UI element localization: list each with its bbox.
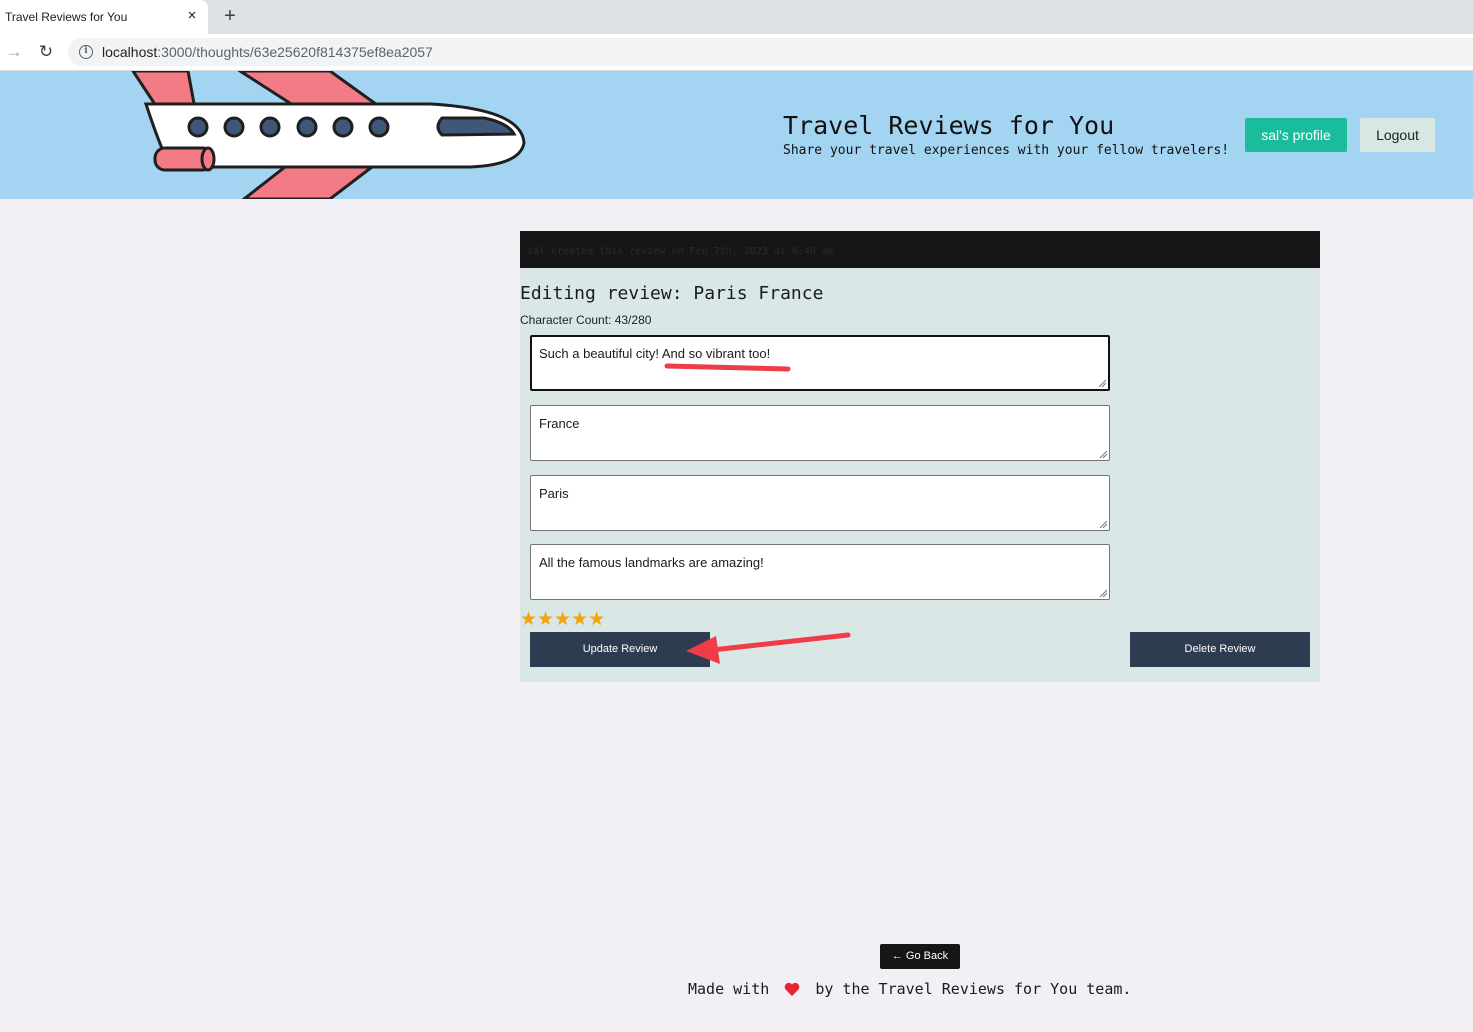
resize-grip-icon[interactable] <box>1099 520 1107 528</box>
footer-made-with: Made with <box>688 980 770 998</box>
site-subtitle: Share your travel experiences with your … <box>783 143 1230 158</box>
detail-value: All the famous landmarks are amazing! <box>539 555 764 570</box>
tab-title: Travel Reviews for You <box>5 10 128 24</box>
heart-icon <box>784 982 800 996</box>
character-count: Character Count: 43/280 <box>520 313 652 327</box>
plane-bottom-wing <box>241 165 377 199</box>
edit-review-title: Editing review: Paris France <box>520 283 824 304</box>
forward-arrow-icon[interactable]: → <box>5 42 23 62</box>
plane-window <box>296 116 318 138</box>
plane-top-wing-right <box>237 71 385 109</box>
review-edit-card: sal created this review on Feb 7th, 2023… <box>520 231 1320 682</box>
footer-text: Made with by the Travel Reviews for You … <box>688 980 1131 998</box>
review-meta-bar: sal created this review on Feb 7th, 2023… <box>520 231 1320 268</box>
delete-review-button[interactable]: Delete Review <box>1130 632 1310 667</box>
reload-icon[interactable]: ↻ <box>36 42 56 62</box>
plane-engine-intake <box>200 146 216 172</box>
browser-tab-bar: Travel Reviews for You × + <box>0 0 1473 34</box>
close-tab-icon[interactable]: × <box>184 7 200 25</box>
update-review-button[interactable]: Update Review <box>530 632 710 667</box>
city-value: Paris <box>539 486 569 501</box>
review-text-field[interactable]: Such a beautiful city! And so vibrant to… <box>530 335 1110 391</box>
airplane-logo-icon <box>131 71 526 199</box>
review-meta-text: sal created this review on Feb 7th, 2023… <box>527 246 835 257</box>
resize-grip-icon[interactable] <box>1099 589 1107 597</box>
footer-by-team: by the Travel Reviews for You team. <box>815 980 1132 998</box>
browser-address-bar: → ↻ i localhost:3000/thoughts/63e25620f8… <box>0 34 1473 71</box>
plane-window <box>332 116 354 138</box>
go-back-button[interactable]: ← Go Back <box>880 944 960 969</box>
resize-grip-icon[interactable] <box>1098 379 1106 387</box>
site-header: Travel Reviews for You Share your travel… <box>0 71 1473 199</box>
url-path: :3000/thoughts/63e25620f814375ef8ea2057 <box>157 44 433 60</box>
country-field[interactable]: France <box>530 405 1110 461</box>
country-value: France <box>539 416 580 431</box>
city-field[interactable]: Paris <box>530 475 1110 531</box>
profile-button[interactable]: sal's profile <box>1245 118 1347 152</box>
url-input[interactable]: i localhost:3000/thoughts/63e25620f81437… <box>68 38 1473 66</box>
plane-window <box>187 116 209 138</box>
info-icon[interactable]: i <box>79 45 93 59</box>
new-tab-icon[interactable]: + <box>220 5 240 27</box>
plane-window <box>368 116 390 138</box>
star-rating[interactable]: ★★★★★ <box>520 610 605 630</box>
url-host: localhost <box>102 44 158 60</box>
url-text: localhost:3000/thoughts/63e25620f814375e… <box>102 44 433 60</box>
browser-tab[interactable]: Travel Reviews for You × <box>0 0 208 34</box>
plane-window <box>259 116 281 138</box>
site-title: Travel Reviews for You <box>783 111 1115 140</box>
plane-window <box>223 116 245 138</box>
logout-button[interactable]: Logout <box>1360 118 1435 152</box>
detail-field[interactable]: All the famous landmarks are amazing! <box>530 544 1110 600</box>
review-text-value: Such a beautiful city! And so vibrant to… <box>539 346 771 361</box>
resize-grip-icon[interactable] <box>1099 450 1107 458</box>
